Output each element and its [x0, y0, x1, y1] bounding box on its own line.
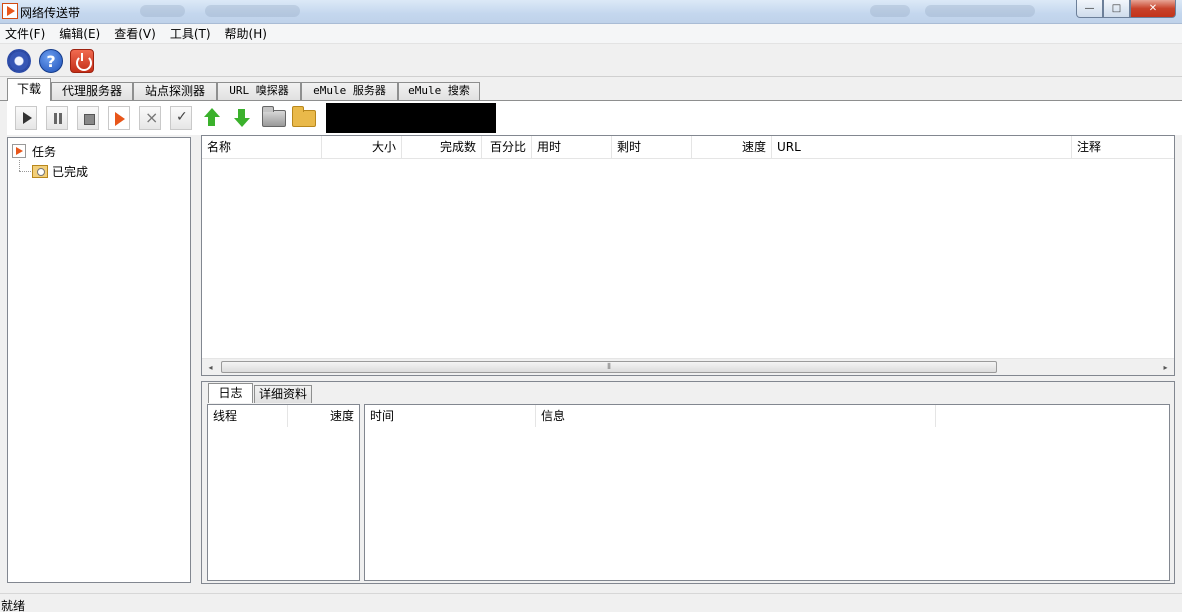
title-blur	[925, 5, 1035, 17]
status-text: 就绪	[1, 599, 26, 612]
menu-file[interactable]: 文件(F)	[5, 25, 45, 42]
tab-emule-search[interactable]: eMule 搜索	[398, 82, 480, 100]
tree-item-completed[interactable]: 已完成	[32, 162, 88, 180]
pause-icon[interactable]	[46, 106, 68, 130]
minimize-button[interactable]: —	[1076, 0, 1103, 18]
top-toolbar: ?	[0, 45, 1182, 77]
tree-item-label: 已完成	[52, 164, 89, 179]
title-blur	[140, 5, 185, 17]
scrollbar-thumb[interactable]: ⦀	[221, 361, 997, 373]
column-header-percent[interactable]: 百分比	[482, 136, 532, 159]
remove-icon[interactable]	[139, 106, 161, 130]
horizontal-scrollbar[interactable]: ◂ ⦀ ▸	[202, 358, 1174, 375]
column-header-comment[interactable]: 注释	[1072, 136, 1174, 159]
gear-icon[interactable]	[7, 49, 31, 73]
title-blur	[205, 5, 300, 17]
tree-item-label: 任务	[32, 144, 57, 159]
mark-complete-icon[interactable]	[170, 106, 192, 130]
window-title: 网络传送带	[20, 6, 81, 20]
start-all-icon[interactable]	[108, 106, 130, 130]
tab-proxy-server[interactable]: 代理服务器	[51, 82, 133, 100]
download-toolbar	[7, 101, 1182, 135]
move-up-icon[interactable]	[203, 108, 221, 128]
column-header-time[interactable]: 时间	[365, 405, 536, 427]
menu-tools[interactable]: 工具(T)	[170, 25, 211, 42]
power-icon[interactable]	[70, 49, 94, 73]
column-header-url[interactable]: URL	[772, 136, 1072, 159]
tab-site-explorer[interactable]: 站点探测器	[133, 82, 217, 100]
log-section: 日志 详细资料 线程 速度 时间 信息	[201, 381, 1175, 584]
category-tree: 任务 已完成	[7, 137, 191, 583]
download-list-header: 名称 大小 完成数 百分比 用时 剩时 速度 URL 注释	[202, 136, 1174, 159]
download-list: 名称 大小 完成数 百分比 用时 剩时 速度 URL 注释 ◂ ⦀ ▸	[201, 135, 1175, 376]
column-header-remaining[interactable]: 剩时	[612, 136, 692, 159]
open-folder-icon[interactable]	[262, 106, 286, 127]
threads-list: 线程 速度	[207, 404, 360, 581]
log-list: 时间 信息	[364, 404, 1170, 581]
column-header-completed[interactable]: 完成数	[402, 136, 482, 159]
tab-emule-server[interactable]: eMule 服务器	[301, 82, 398, 100]
column-header-message[interactable]: 信息	[536, 405, 936, 427]
tree-connector	[19, 171, 31, 172]
play-icon[interactable]	[15, 106, 37, 130]
maximize-button[interactable]: □	[1103, 0, 1130, 18]
column-header-thread-speed[interactable]: 速度	[288, 405, 359, 427]
column-header-extra[interactable]	[936, 405, 1169, 427]
stop-icon[interactable]	[77, 106, 99, 130]
help-icon[interactable]: ?	[39, 49, 63, 73]
title-bar: 网络传送带 — □ ✕	[0, 0, 1182, 24]
menu-bar: 文件(F) 编辑(E) 查看(V) 工具(T) 帮助(H)	[0, 24, 1182, 44]
window-controls: — □ ✕	[1076, 0, 1176, 18]
tab-details[interactable]: 详细资料	[254, 385, 312, 403]
main-tab-strip: 下载 代理服务器 站点探测器 URL 嗅探器 eMule 服务器 eMule 搜…	[0, 78, 1182, 101]
task-icon	[12, 144, 26, 158]
tab-url-sniffer[interactable]: URL 嗅探器	[217, 82, 301, 100]
menu-edit[interactable]: 编辑(E)	[59, 25, 100, 42]
close-button[interactable]: ✕	[1130, 0, 1176, 18]
move-down-icon[interactable]	[233, 108, 251, 128]
redacted-area	[326, 103, 496, 133]
scroll-left-icon[interactable]: ◂	[202, 359, 219, 376]
column-header-thread[interactable]: 线程	[208, 405, 288, 427]
tab-log[interactable]: 日志	[208, 383, 253, 403]
menu-view[interactable]: 查看(V)	[114, 25, 156, 42]
tab-download[interactable]: 下载	[7, 78, 51, 101]
menu-help[interactable]: 帮助(H)	[225, 25, 267, 42]
title-blur	[870, 5, 910, 17]
column-header-name[interactable]: 名称	[202, 136, 322, 159]
column-header-size[interactable]: 大小	[322, 136, 402, 159]
tree-connector	[19, 160, 20, 171]
tree-item-tasks[interactable]: 任务	[12, 142, 56, 160]
app-icon	[2, 3, 18, 19]
column-header-speed[interactable]: 速度	[692, 136, 772, 159]
scroll-right-icon[interactable]: ▸	[1157, 359, 1174, 376]
completed-folder-icon	[32, 164, 48, 178]
scrollbar-grip-icon: ⦀	[607, 362, 611, 371]
column-header-elapsed[interactable]: 用时	[532, 136, 612, 159]
folder-icon[interactable]	[292, 106, 316, 127]
status-bar: 就绪	[0, 593, 1182, 612]
